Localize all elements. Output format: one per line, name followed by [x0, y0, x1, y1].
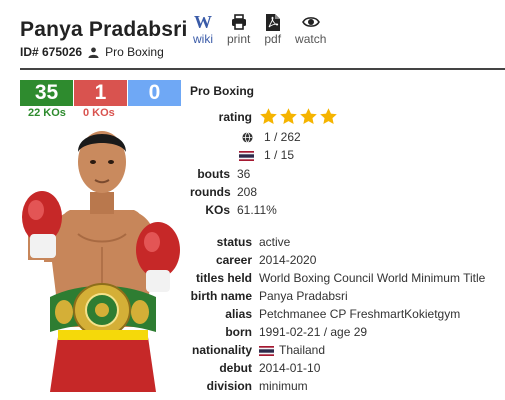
national-rank[interactable]: 1 / 15: [264, 148, 294, 162]
born-label: born: [225, 325, 252, 339]
birthname-value: Panya Pradabsri: [259, 289, 348, 303]
wikipedia-icon: W: [194, 12, 212, 32]
alias-label: alias: [225, 307, 252, 321]
debut-row: debut 2014-01-10: [190, 361, 320, 375]
boxer-subline: ID# 675026 Pro Boxing: [20, 45, 188, 59]
debut-label: debut: [219, 361, 252, 375]
titles-value[interactable]: World Boxing Council World Minimum Title: [259, 271, 485, 285]
national-rank-row: 1 / 15: [190, 148, 294, 162]
pdf-file-icon: [265, 13, 280, 31]
rounds-value: 208: [237, 185, 258, 199]
losses-count: 1: [74, 80, 127, 106]
watch-button[interactable]: watch: [295, 13, 326, 46]
rounds-row: rounds 208: [190, 185, 257, 199]
bouts-value: 36: [237, 167, 251, 181]
wiki-label: wiki: [193, 32, 213, 46]
bouts-label: bouts: [197, 167, 230, 181]
alias-value: Petchmanee CP FreshmartKokietgym: [259, 307, 461, 321]
boxer-name: Panya Pradabsri: [20, 18, 188, 41]
world-rank[interactable]: 1 / 262: [264, 130, 301, 144]
alias-row: alias Petchmanee CP FreshmartKokietgym: [190, 307, 460, 321]
status-value: active: [259, 235, 291, 249]
record-summary: 35 1 0: [20, 80, 182, 106]
kos-label: KOs: [205, 203, 230, 217]
birthname-row: birth name Panya Pradabsri: [190, 289, 348, 303]
star-icon: [260, 108, 277, 125]
division-label: division: [206, 379, 252, 393]
career-value: 2014-2020: [259, 253, 317, 267]
losses-kos: 0 KOs: [83, 107, 115, 119]
star-icon: [280, 108, 297, 125]
boxer-id: ID# 675026: [20, 45, 83, 59]
kos-value: 61.11%: [237, 203, 277, 217]
section-title: Pro Boxing: [190, 84, 255, 98]
wins-kos: 22 KOs: [28, 107, 66, 119]
wins-count: 35: [20, 80, 73, 106]
thailand-flag-icon: [259, 345, 274, 356]
wiki-button[interactable]: W wiki: [193, 13, 213, 46]
career-row: career 2014-2020: [190, 253, 316, 267]
boxer-photo-illustration: [22, 131, 180, 392]
draws-count: 0: [128, 80, 181, 106]
profile-details: Pro Boxing rating 1 / 262 1 / 15 bouts 3…: [190, 84, 505, 393]
nationality-label: nationality: [191, 343, 252, 357]
watch-label: watch: [295, 32, 327, 46]
rating-row: rating: [190, 107, 338, 126]
star-icon: [320, 108, 337, 125]
boxer-photo: [20, 122, 184, 392]
print-button[interactable]: print: [227, 13, 250, 46]
nationality-value[interactable]: Thailand: [279, 343, 325, 357]
born-value: 1991-02-21 / age 29: [259, 325, 368, 339]
birthname-label: birth name: [190, 289, 252, 303]
division-value: minimum: [259, 379, 308, 393]
status-label: status: [216, 235, 252, 249]
user-icon: [88, 47, 99, 58]
career-label: career: [215, 253, 252, 267]
boxer-category: Pro Boxing: [105, 45, 164, 59]
rounds-label: rounds: [190, 185, 231, 199]
printer-icon: [231, 14, 246, 30]
rating-label: rating: [218, 109, 252, 124]
nationality-row: nationality Thailand: [190, 343, 325, 357]
debut-value[interactable]: 2014-01-10: [259, 361, 320, 375]
action-bar: W wiki print pdf watch: [193, 13, 326, 46]
eye-icon: [301, 17, 320, 27]
boxer-header: Panya Pradabsri ID# 675026 Pro Boxing: [20, 18, 188, 59]
titles-row: titles held World Boxing Council World M…: [190, 271, 485, 285]
born-row: born 1991-02-21 / age 29: [190, 325, 367, 339]
print-label: print: [227, 32, 251, 46]
pdf-label: pdf: [264, 32, 282, 46]
titles-label: titles held: [195, 271, 252, 285]
rating-stars: [259, 107, 338, 126]
division-row: division minimum: [190, 379, 308, 393]
world-rank-row: 1 / 262: [190, 130, 301, 144]
star-icon: [300, 108, 317, 125]
kos-row: KOs 61.11%: [190, 203, 277, 217]
thailand-flag-icon: [239, 150, 254, 161]
status-row: status active: [190, 235, 291, 249]
bouts-row: bouts 36: [190, 167, 250, 181]
pdf-button[interactable]: pdf: [264, 13, 281, 46]
header-divider: [20, 68, 505, 70]
globe-icon: [242, 131, 253, 143]
